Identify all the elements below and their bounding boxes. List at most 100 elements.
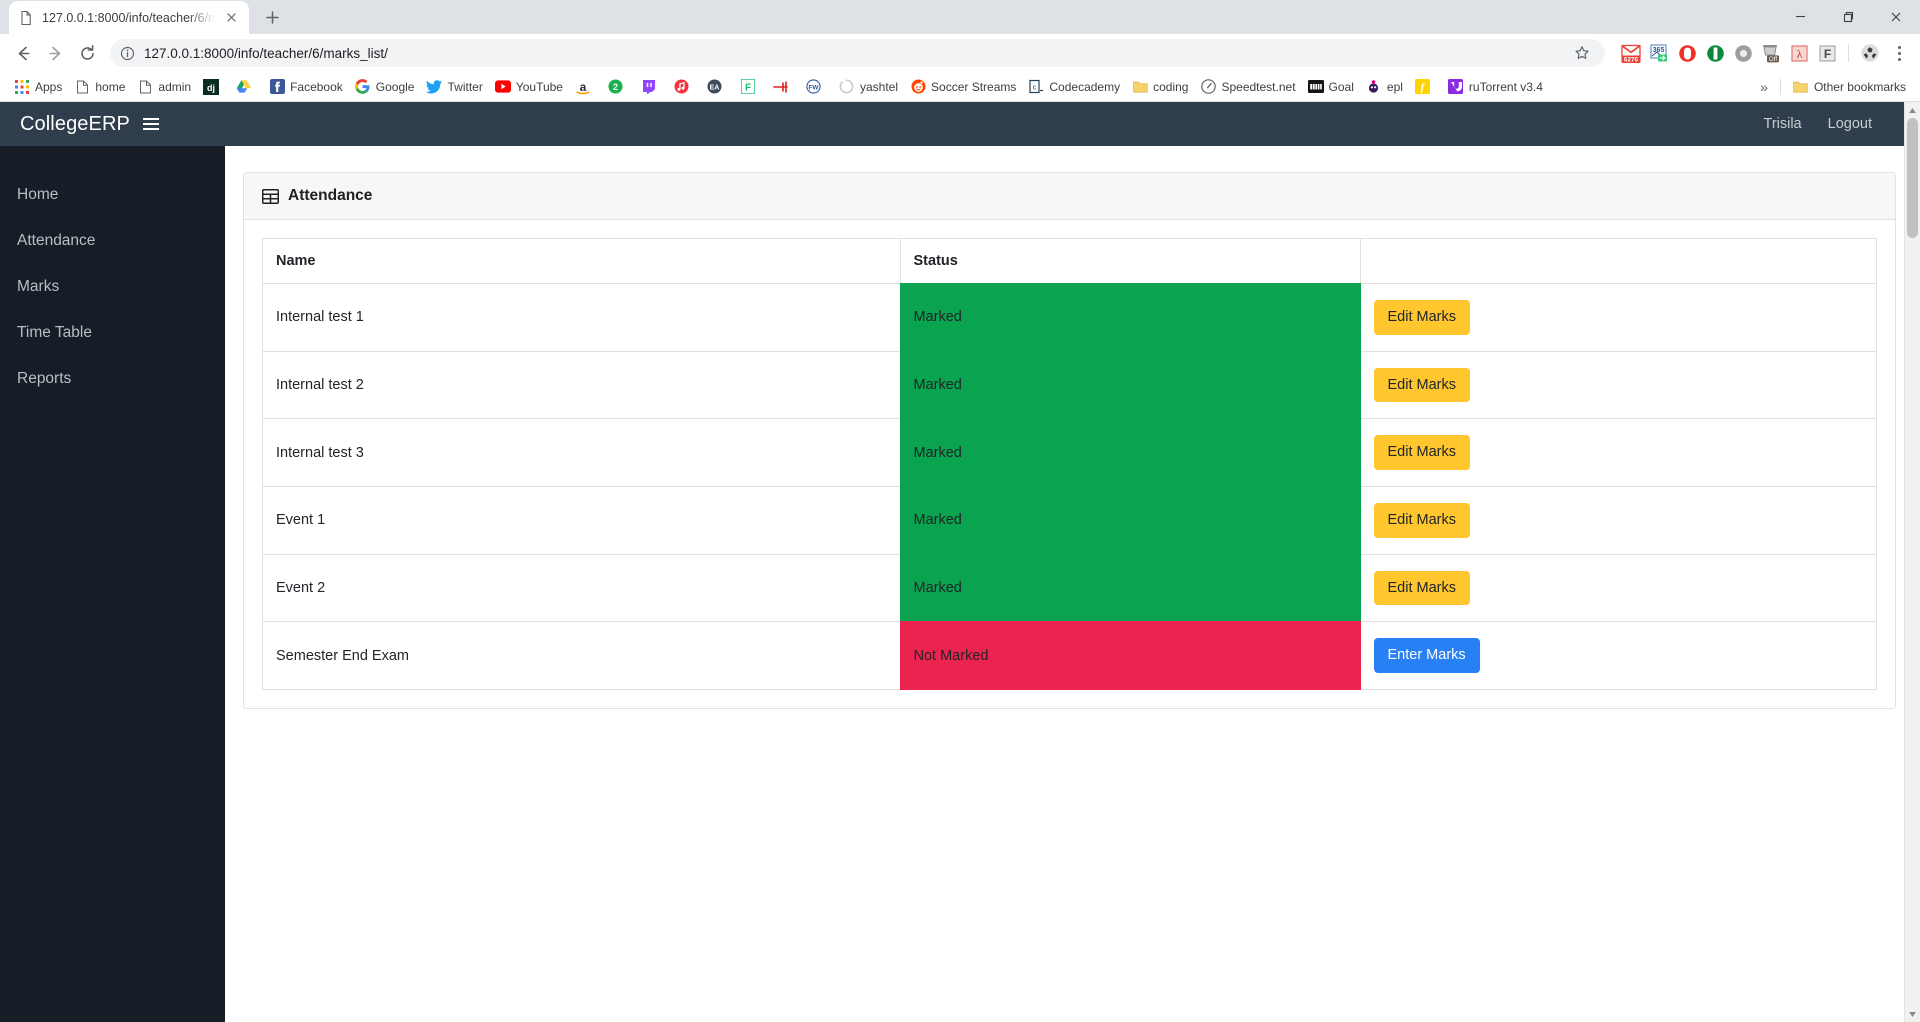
flipboard-extension-icon[interactable]: F xyxy=(1815,41,1839,65)
cell-action: Enter Marks xyxy=(1359,621,1877,691)
cell-action: Edit Marks xyxy=(1359,553,1877,623)
star-icon[interactable] xyxy=(1569,40,1595,66)
page-scrollbar[interactable] xyxy=(1904,102,1920,1022)
scrollbar-thumb[interactable] xyxy=(1907,118,1918,238)
enter-marks-button[interactable]: Enter Marks xyxy=(1373,638,1480,674)
back-arrow-icon[interactable] xyxy=(8,38,38,68)
cell-status: Marked xyxy=(899,283,1361,352)
sidebar-item-attendance[interactable]: Attendance xyxy=(0,218,225,264)
edit-marks-button[interactable]: Edit Marks xyxy=(1373,435,1470,471)
music-icon xyxy=(674,79,690,95)
bookmark-twitter[interactable]: Twitter xyxy=(420,76,488,98)
adblock-extension-icon[interactable] xyxy=(1675,41,1699,65)
bookmark-facebook[interactable]: Facebook xyxy=(263,76,349,98)
youtube-icon xyxy=(494,79,511,95)
user-name-link[interactable]: Trisila xyxy=(1764,116,1802,132)
svg-text:F: F xyxy=(745,83,751,94)
bookmark-google[interactable]: Google xyxy=(349,76,421,98)
other-bookmarks-label: Other bookmarks xyxy=(1813,79,1906,94)
bookmark-twitch[interactable] xyxy=(635,76,668,98)
address-bar[interactable]: 127.0.0.1:8000/info/teacher/6/marks_list… xyxy=(110,39,1605,67)
apps-grid-icon xyxy=(14,79,30,95)
browser-tab[interactable]: 127.0.0.1:8000/info/teacher/6/ma xyxy=(9,1,249,34)
browser-tab-title: 127.0.0.1:8000/info/teacher/6/ma xyxy=(42,10,215,25)
gmail-extension-icon[interactable]: 6276 xyxy=(1619,41,1643,65)
close-icon[interactable] xyxy=(223,9,240,26)
grey-circle-extension-icon[interactable] xyxy=(1731,41,1755,65)
bookmark-coding[interactable]: coding xyxy=(1126,76,1194,98)
edit-marks-button[interactable]: Edit Marks xyxy=(1373,570,1470,606)
cell-action: Edit Marks xyxy=(1359,486,1877,555)
premier-league-icon xyxy=(1366,79,1382,95)
bookmark-soccer-streams[interactable]: Soccer Streams xyxy=(904,76,1022,98)
bookmark-green-two[interactable]: 2 xyxy=(602,76,635,98)
bookmark-label: ruTorrent v3.4 xyxy=(1468,79,1543,94)
app-brand[interactable]: CollegeERP xyxy=(20,113,130,136)
cell-name: Event 1 xyxy=(262,486,901,555)
bookmark-label: coding xyxy=(1153,79,1189,94)
forward-arrow-icon[interactable] xyxy=(40,38,70,68)
bookmark-music[interactable] xyxy=(668,76,701,98)
bookmark-label: Goal xyxy=(1328,79,1354,94)
bookmark-home[interactable]: home xyxy=(68,76,131,98)
cell-name: Internal test 3 xyxy=(262,418,901,488)
edit-marks-button[interactable]: Edit Marks xyxy=(1373,300,1470,335)
bookmarks-overflow-button[interactable]: » xyxy=(1754,79,1774,95)
new-tab-button[interactable] xyxy=(258,3,286,31)
kebab-menu-icon[interactable] xyxy=(1886,40,1912,66)
svg-text:6276: 6276 xyxy=(1624,56,1639,63)
bookmark-label: home xyxy=(95,79,126,94)
speedtest-icon xyxy=(1200,79,1216,95)
column-header-status: Status xyxy=(899,238,1361,284)
sidebar-item-marks[interactable]: Marks xyxy=(0,264,225,310)
extensions-strip: 6276 365 Off λ F xyxy=(1615,40,1912,66)
amazon-icon: a xyxy=(575,79,591,95)
office365-extension-icon[interactable]: 365 xyxy=(1647,41,1671,65)
green-two-icon: 2 xyxy=(608,79,624,95)
bookmark-f-green[interactable]: F xyxy=(734,76,767,98)
bookmark-apps[interactable]: Apps xyxy=(8,76,68,98)
reload-icon[interactable] xyxy=(72,38,102,68)
bookmark-codecademy[interactable]: c Codecademy xyxy=(1022,76,1126,98)
info-circle-icon[interactable] xyxy=(120,46,135,61)
minimize-button[interactable] xyxy=(1776,0,1824,33)
sidebar-item-home[interactable]: Home xyxy=(0,172,225,218)
maximize-button[interactable] xyxy=(1824,0,1872,33)
bookmark-yashtel[interactable]: yashtel xyxy=(833,76,904,98)
profile-avatar[interactable] xyxy=(1858,41,1882,65)
bookmark-epl[interactable]: epl xyxy=(1360,76,1409,98)
cell-name: Internal test 1 xyxy=(262,283,901,352)
bookmark-admin[interactable]: admin xyxy=(131,76,197,98)
edit-marks-button[interactable]: Edit Marks xyxy=(1373,503,1470,538)
scroll-up-arrow[interactable] xyxy=(1905,102,1920,118)
cell-status: Marked xyxy=(899,553,1361,623)
sidebar-item-time-table[interactable]: Time Table xyxy=(0,310,225,356)
close-window-button[interactable] xyxy=(1872,0,1920,33)
yellow-f-icon: f xyxy=(1415,79,1431,95)
bookmark-speedtest[interactable]: Speedtest.net xyxy=(1194,76,1301,98)
other-bookmarks-button[interactable]: Other bookmarks xyxy=(1787,76,1912,98)
sidebar-item-reports[interactable]: Reports xyxy=(0,356,225,402)
bookmark-youtube[interactable]: YouTube xyxy=(489,76,569,98)
google-icon xyxy=(355,79,371,95)
edit-marks-button[interactable]: Edit Marks xyxy=(1373,367,1470,403)
column-header-name: Name xyxy=(262,238,901,284)
rutorrent-icon xyxy=(1448,79,1464,95)
bookmark-yellow-f[interactable]: f xyxy=(1409,76,1442,98)
bookmark-google-drive[interactable] xyxy=(230,76,263,98)
hamburger-icon[interactable] xyxy=(142,118,159,130)
page-icon xyxy=(74,79,90,95)
window-controls xyxy=(1776,0,1920,33)
bookmark-django[interactable]: dj xyxy=(197,76,230,98)
pocket-extension-icon[interactable] xyxy=(1703,41,1727,65)
logout-link[interactable]: Logout xyxy=(1828,116,1872,132)
bookmark-fw[interactable]: FW xyxy=(800,76,833,98)
bookmark-rutorrent[interactable]: ruTorrent v3.4 xyxy=(1442,76,1549,98)
bookmark-ea-sports[interactable]: EA xyxy=(701,76,734,98)
bookmark-amazon[interactable]: a xyxy=(569,76,602,98)
bookmark-red-arrow[interactable] xyxy=(767,76,800,98)
bookmark-goal[interactable]: Goal xyxy=(1302,76,1360,98)
adobe-acrobat-extension-icon[interactable]: λ xyxy=(1787,41,1811,65)
trash-extension-icon[interactable]: Off xyxy=(1759,41,1783,65)
scroll-down-arrow[interactable] xyxy=(1905,1006,1920,1022)
